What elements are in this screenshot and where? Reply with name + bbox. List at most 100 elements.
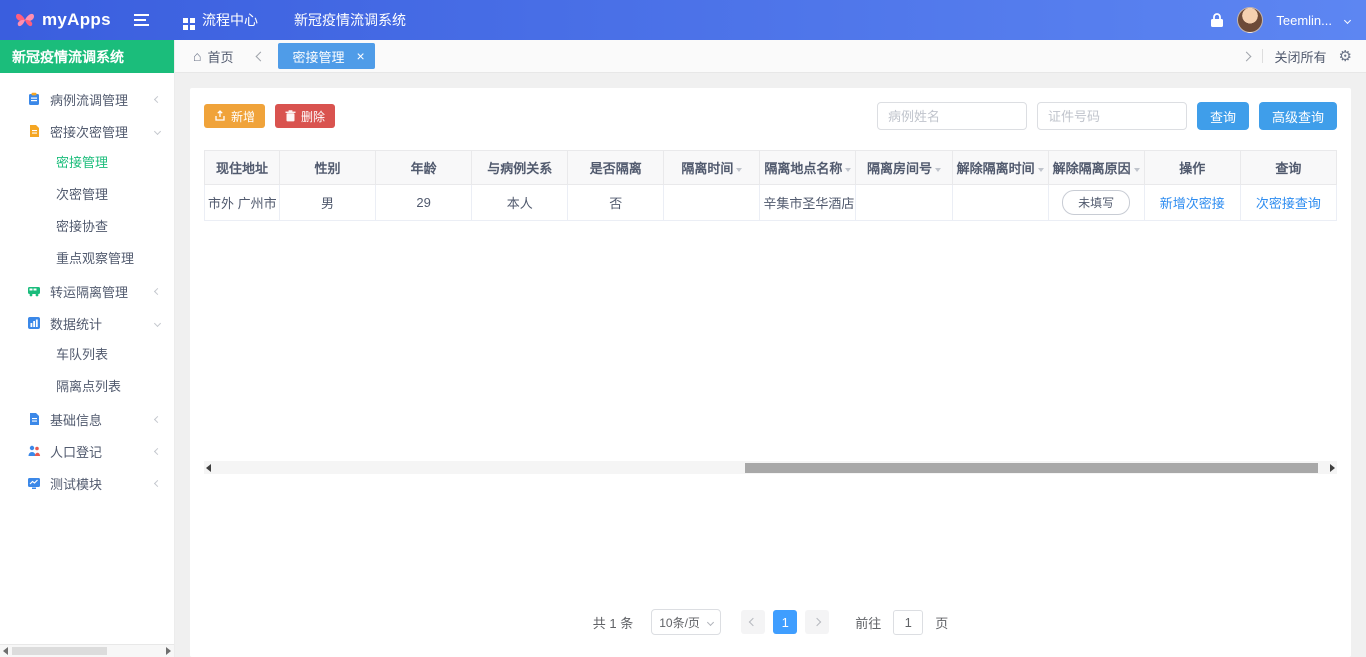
id-number-input[interactable] (1037, 102, 1187, 130)
contacts-table: 现住地址 性别 年龄 与病例关系 是否隔离 隔离时间 隔离地点名称 隔离房间号 … (204, 150, 1337, 221)
sidebar-title: 新冠疫情流调系统 (0, 40, 174, 73)
scroll-right-arrow[interactable] (1330, 464, 1335, 472)
nav-label: 新冠疫情流调系统 (294, 10, 406, 30)
col-header-isolation-place[interactable]: 隔离地点名称 (760, 151, 856, 185)
sidebar-item-test-module[interactable]: 测试模块 (0, 467, 174, 499)
sidebar-item-case-investigation[interactable]: 病例流调管理 (0, 83, 174, 115)
chevron-down-icon (154, 127, 161, 134)
tab-scroll-right-arrow[interactable] (1241, 51, 1251, 61)
col-header-isolated: 是否隔离 (568, 151, 664, 185)
col-header-actions: 操作 (1144, 151, 1240, 185)
app-logo[interactable]: myApps (0, 10, 120, 30)
add-button[interactable]: 新增 (204, 104, 265, 128)
sort-icon[interactable] (736, 168, 742, 172)
table-horizontal-scrollbar[interactable] (204, 461, 1337, 474)
sort-icon[interactable] (845, 168, 851, 172)
sidebar-subitem-contact-mgmt[interactable]: 密接管理 (0, 147, 174, 179)
chevron-left-icon (154, 95, 161, 102)
sidebar-item-data-statistics[interactable]: 数据统计 (0, 307, 174, 339)
sidebar-item-population-registry[interactable]: 人口登记 (0, 435, 174, 467)
sort-icon[interactable] (935, 168, 941, 172)
sidebar-subitem-fleet-list[interactable]: 车队列表 (0, 339, 174, 371)
grid-icon (183, 18, 188, 23)
tab-scroll-left-arrow[interactable] (256, 51, 266, 61)
page-size-value: 10条/页 (659, 614, 700, 631)
chevron-left-icon (154, 287, 161, 294)
col-header-release-reason[interactable]: 解除隔离原因 (1048, 151, 1144, 185)
sidebar-item-label: 密接次密管理 (50, 122, 146, 141)
avatar[interactable] (1237, 7, 1263, 33)
sidebar-subitem-contact-assist[interactable]: 密接协查 (0, 211, 174, 243)
sidebar-subitem-key-observation[interactable]: 重点观察管理 (0, 243, 174, 275)
scroll-right-arrow[interactable] (166, 647, 171, 655)
sidebar-item-transfer-isolation[interactable]: 转运隔离管理 (0, 275, 174, 307)
chevron-left-icon (154, 447, 161, 454)
scrollbar-thumb[interactable] (745, 463, 1318, 473)
sidebar-submenu: 密接管理 次密管理 密接协查 重点观察管理 (0, 147, 174, 275)
sort-icon[interactable] (1134, 168, 1140, 172)
next-page-button[interactable] (805, 610, 829, 634)
scroll-left-arrow[interactable] (3, 647, 8, 655)
chevron-down-icon (707, 618, 714, 625)
sidebar-item-basic-info[interactable]: 基础信息 (0, 403, 174, 435)
pagination: 共 1 条 10条/页 1 前往 页 (204, 609, 1337, 635)
cell-gender: 男 (280, 185, 376, 221)
sidebar-collapse-button[interactable] (134, 14, 149, 26)
add-secondary-contact-link[interactable]: 新增次密接 (1160, 196, 1225, 211)
sort-icon[interactable] (1038, 168, 1044, 172)
sidebar-item-close-contact-mgmt[interactable]: 密接次密管理 (0, 115, 174, 147)
page-1-button[interactable]: 1 (773, 610, 797, 634)
close-icon[interactable]: × (357, 49, 365, 63)
cell-release-reason: 未填写 (1048, 185, 1144, 221)
close-all-button[interactable]: 关闭所有 (1275, 47, 1327, 66)
goto-label: 前往 (855, 613, 881, 632)
chevron-down-icon[interactable] (1344, 16, 1351, 23)
clipboard-case-icon (27, 92, 41, 106)
scrollbar-track[interactable] (211, 461, 1330, 474)
not-filled-tag: 未填写 (1062, 190, 1130, 215)
table-zone: 现住地址 性别 年龄 与病例关系 是否隔离 隔离时间 隔离地点名称 隔离房间号 … (204, 150, 1337, 461)
delete-button-label: 删除 (301, 108, 325, 125)
advanced-search-button[interactable]: 高级查询 (1259, 102, 1337, 130)
topbar: myApps 流程中心 新冠疫情流调系统 Teemlin... (0, 0, 1366, 40)
search-button[interactable]: 查询 (1197, 102, 1249, 130)
sidebar-item-label: 转运隔离管理 (50, 282, 146, 301)
sidebar-subitem-secondary-contact-mgmt[interactable]: 次密管理 (0, 179, 174, 211)
sidebar-horizontal-scrollbar[interactable] (0, 644, 174, 657)
col-header-release-time[interactable]: 解除隔离时间 (952, 151, 1048, 185)
gear-icon[interactable]: ⚙ (1339, 49, 1352, 64)
content-area: 新增 删除 查询 高级查询 (175, 73, 1366, 657)
lock-icon[interactable] (1210, 12, 1224, 28)
nav-process-center[interactable]: 流程中心 (165, 0, 276, 40)
col-header-isolation-time[interactable]: 隔离时间 (664, 151, 760, 185)
delete-button[interactable]: 删除 (275, 104, 335, 128)
case-name-input[interactable] (877, 102, 1027, 130)
chevron-down-icon (154, 319, 161, 326)
prev-page-button[interactable] (741, 610, 765, 634)
tab-bar: ⌂ 首页 密接管理 × 关闭所有 ⚙ (175, 40, 1366, 73)
secondary-contact-query-link[interactable]: 次密接查询 (1256, 196, 1321, 211)
content-card: 新增 删除 查询 高级查询 (190, 88, 1351, 657)
topbar-right: Teemlin... (1210, 7, 1366, 33)
cell-actions: 新增次密接 (1144, 185, 1240, 221)
col-header-room-number[interactable]: 隔离房间号 (856, 151, 952, 185)
page-size-select[interactable]: 10条/页 (651, 609, 721, 635)
brand-name: myApps (42, 10, 111, 30)
cell-release-time (952, 185, 1048, 221)
menu-list-icon (134, 14, 149, 26)
sidebar-subitem-isolation-point-list[interactable]: 隔离点列表 (0, 371, 174, 403)
sidebar-submenu: 车队列表 隔离点列表 (0, 339, 174, 403)
chevron-left-icon (154, 479, 161, 486)
cell-age: 29 (376, 185, 472, 221)
add-export-icon (214, 110, 226, 122)
scrollbar-thumb[interactable] (12, 647, 107, 655)
goto-page-input[interactable] (893, 610, 923, 635)
sidebar-menu: 病例流调管理 密接次密管理 密接管理 次密管理 密接协查 重点观察管理 (0, 73, 174, 644)
tab-home[interactable]: ⌂ 首页 (193, 47, 233, 66)
sidebar: 新冠疫情流调系统 病例流调管理 密接次密管理 密接管理 次密管理 密接协查 (0, 40, 175, 657)
username[interactable]: Teemlin... (1276, 13, 1332, 28)
scrollbar-track[interactable] (10, 645, 164, 657)
cell-address: 市外 广州市 (205, 185, 280, 221)
tab-contact-mgmt[interactable]: 密接管理 × (278, 43, 374, 69)
nav-covid-system[interactable]: 新冠疫情流调系统 (276, 0, 424, 40)
